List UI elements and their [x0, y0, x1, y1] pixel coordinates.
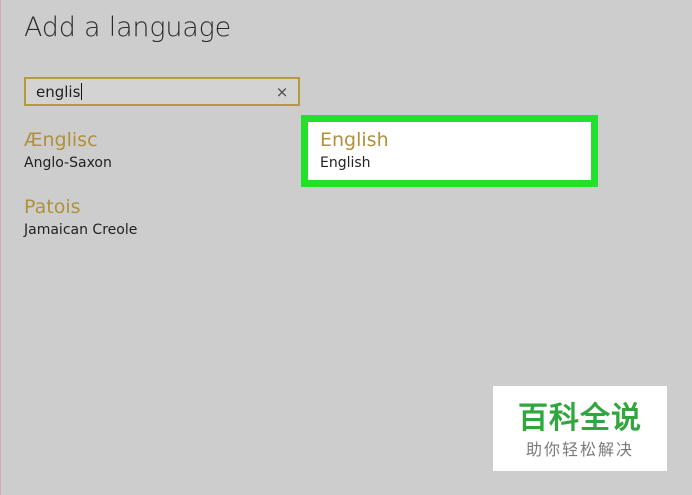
search-box[interactable]: englis × — [24, 77, 300, 106]
close-icon[interactable]: × — [273, 82, 291, 102]
language-name: English — [320, 129, 389, 151]
language-name: Ænglisc — [24, 129, 98, 151]
language-item-english[interactable]: English English — [320, 128, 389, 172]
language-native-name: Anglo-Saxon — [24, 155, 112, 171]
text-caret — [81, 83, 83, 100]
search-input-value: englis — [36, 83, 81, 101]
page-title: Add a language — [24, 12, 232, 43]
watermark-subtitle: 助你轻松解决 — [525, 440, 634, 459]
language-native-name: Jamaican Creole — [24, 222, 138, 238]
watermark-title: 百科全说 — [518, 401, 642, 436]
search-input[interactable]: englis — [36, 83, 83, 101]
language-item-aenglisc[interactable]: Ænglisc Anglo-Saxon — [24, 128, 112, 172]
language-name: Patois — [24, 196, 81, 218]
watermark-logo: 百科全说 助你轻松解决 — [493, 386, 667, 471]
highlight-frame: English English — [301, 115, 598, 187]
language-item-patois[interactable]: Patois Jamaican Creole — [24, 195, 137, 239]
language-native-name: English — [320, 155, 371, 171]
window-edge — [0, 0, 1, 495]
